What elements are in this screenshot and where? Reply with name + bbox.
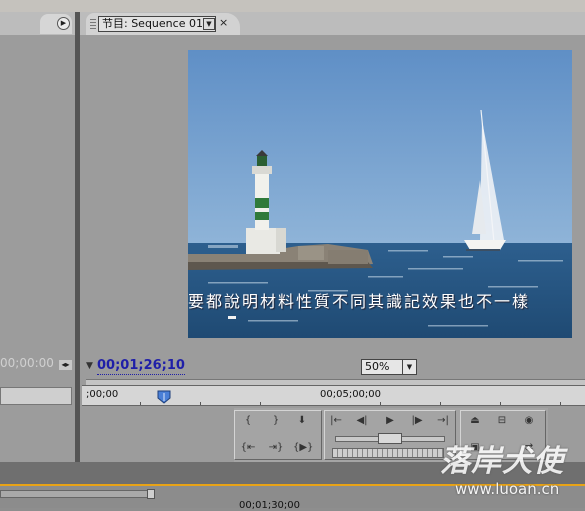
play-icon[interactable]: ▶: [381, 414, 399, 428]
ruler-tick: [560, 402, 561, 405]
source-time-ruler[interactable]: [0, 387, 72, 405]
current-timecode[interactable]: 00;01;26;10: [97, 358, 185, 375]
watermark-logo: 落岸犬使: [440, 444, 564, 479]
ruler-label-mid: 00;05;00;00: [320, 389, 382, 400]
close-icon[interactable]: ×: [219, 16, 228, 30]
go-to-in-icon[interactable]: {⇤: [239, 441, 257, 455]
ruler-label-start: ;00;00: [86, 389, 119, 400]
extract-icon[interactable]: ⊟: [493, 414, 511, 428]
timeline-zoom-scroll[interactable]: [0, 490, 155, 498]
ruler-tick: [260, 402, 261, 405]
shuttle-control[interactable]: [332, 448, 444, 458]
video-subtitle: 要都說明材料性質不同其識記效果也不一樣: [188, 292, 531, 311]
play-in-to-out-icon[interactable]: {▶}: [293, 441, 313, 455]
set-marker-icon[interactable]: ⬇: [293, 414, 311, 428]
window-top-strip: [0, 0, 585, 12]
video-preview: 要都說明材料性質不同其識記效果也不一樣: [188, 50, 572, 338]
timecode-expand-icon[interactable]: ▼: [86, 361, 93, 371]
jog-thumb[interactable]: [378, 433, 402, 444]
ruler-tick: [380, 402, 381, 405]
tab-dropdown-icon[interactable]: ▼: [203, 18, 215, 30]
step-back-icon[interactable]: |←: [327, 414, 345, 428]
playhead-icon[interactable]: [157, 390, 171, 404]
step-forward-frame-icon[interactable]: |▶: [408, 414, 426, 428]
export-frame-icon[interactable]: ◉: [520, 414, 538, 428]
panel-menu-icon[interactable]: ▶: [57, 17, 70, 30]
zoom-level-value: 50%: [365, 360, 390, 373]
tab-grip-icon[interactable]: [90, 19, 96, 30]
timeline-ruler-label: 00;01;30;00: [239, 500, 301, 511]
watermark-url: www.luoan.cn: [455, 480, 560, 498]
ruler-tick: [200, 402, 201, 405]
mark-in-icon[interactable]: {: [239, 414, 257, 428]
program-tab-label: 节目: Sequence 01: [102, 17, 203, 30]
lift-icon[interactable]: ⏏: [466, 414, 484, 428]
step-forward-icon[interactable]: →|: [434, 414, 452, 428]
scroll-arrows-icon[interactable]: ◂▸: [59, 360, 72, 370]
mark-out-icon[interactable]: }: [267, 414, 285, 428]
timeline-zoom-handle[interactable]: [147, 489, 155, 499]
step-back-frame-icon[interactable]: ◀|: [353, 414, 371, 428]
ruler-tick: [140, 402, 141, 405]
go-to-out-icon[interactable]: ⇥}: [267, 441, 285, 455]
chevron-down-icon[interactable]: ▼: [402, 360, 416, 374]
ruler-tick: [440, 402, 441, 405]
ruler-tick: [500, 402, 501, 405]
source-timecode: 00;00:00: [0, 356, 54, 370]
